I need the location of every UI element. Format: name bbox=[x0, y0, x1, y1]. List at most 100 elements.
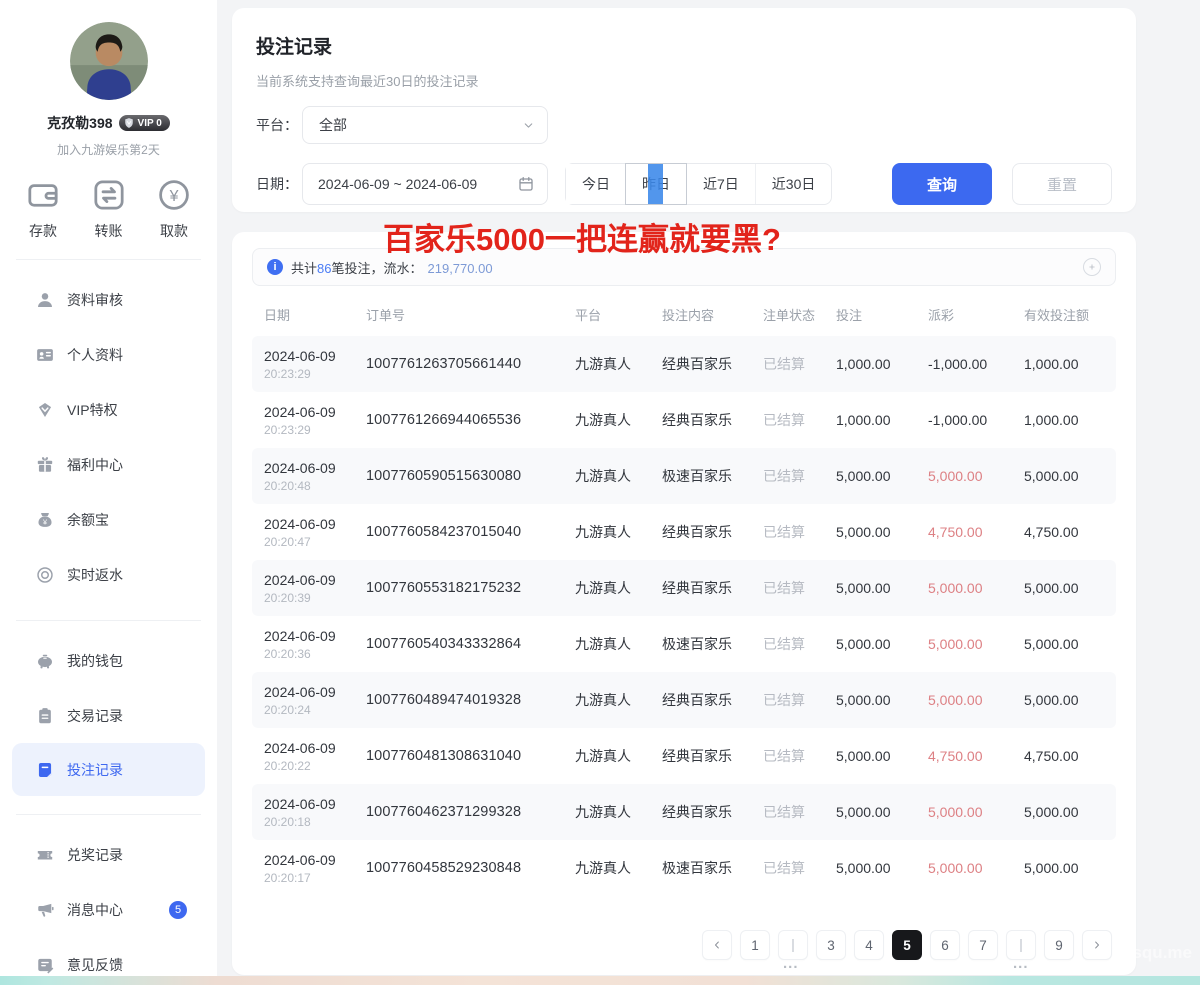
turnover-amount: 219,770.00 bbox=[428, 261, 493, 276]
watermark: squ.me bbox=[1132, 943, 1192, 963]
pouch-icon: ¥ bbox=[36, 511, 54, 529]
ticket-icon bbox=[36, 846, 54, 864]
pagination-overflow-dots: ... bbox=[783, 955, 799, 972]
table-header: 日期订单号平台投注内容注单状态投注派彩有效投注额 bbox=[252, 292, 1116, 336]
transfer-button[interactable]: 转账 bbox=[92, 178, 126, 241]
range-last7-button[interactable]: 近7日 bbox=[686, 164, 755, 204]
info-icon: i bbox=[267, 259, 283, 275]
platform-filter-row: 平台： 全部 bbox=[256, 106, 548, 144]
vip-shield-icon bbox=[123, 117, 135, 129]
table-row: 2024-06-09 20:20:47 1007760584237015040 … bbox=[252, 504, 1116, 560]
page-button-9[interactable]: 9 bbox=[1044, 930, 1074, 960]
table-row: 2024-06-09 20:20:24 1007760489474019328 … bbox=[252, 672, 1116, 728]
sidebar-item-redeem[interactable]: 兑奖记录 bbox=[0, 827, 217, 882]
platform-label: 平台： bbox=[256, 115, 302, 135]
column-header: 投注内容 bbox=[662, 305, 763, 324]
sidebar-group-1: 资料审核 个人资料 VIP特权 福利中心 ¥ 余额宝 实时返水 bbox=[0, 260, 217, 602]
table-row: 2024-06-09 20:20:36 1007760540343332864 … bbox=[252, 616, 1116, 672]
gift-icon bbox=[36, 456, 54, 474]
query-button[interactable]: 查询 bbox=[892, 163, 992, 205]
wallet-icon bbox=[26, 178, 60, 212]
user-name: 克孜勒398 bbox=[47, 113, 112, 133]
table-row: 2024-06-09 20:23:29 1007761263705661440 … bbox=[252, 336, 1116, 392]
pagination: 1 34567 9 bbox=[232, 930, 1112, 960]
next-page-button[interactable] bbox=[1082, 930, 1112, 960]
clipboard-icon bbox=[36, 707, 54, 725]
sidebar-item-transactions[interactable]: 交易记录 bbox=[0, 688, 217, 743]
date-range-input[interactable]: 2024-06-09 ~ 2024-06-09 bbox=[302, 163, 548, 205]
sidebar-group-2: 我的钱包 交易记录 投注记录 bbox=[0, 621, 217, 796]
records-card: i 共计86笔投注，流水：219,770.00 日期订单号平台投注内容注单状态投… bbox=[232, 232, 1136, 975]
prev-page-button[interactable] bbox=[702, 930, 732, 960]
calendar-icon bbox=[518, 176, 534, 192]
transfer-icon bbox=[92, 178, 126, 212]
page-button-7[interactable]: 7 bbox=[968, 930, 998, 960]
withdraw-button[interactable]: ¥ 取款 bbox=[157, 178, 191, 241]
quick-range-group: 今日 昨日 近7日 近30日 bbox=[565, 163, 832, 205]
platform-select[interactable]: 全部 bbox=[302, 106, 548, 144]
summary-text: 共计86笔投注，流水：219,770.00 bbox=[291, 258, 493, 277]
sidebar-group-3: 兑奖记录 消息中心 5 意见反馈 ? 帮助中心 bbox=[0, 815, 217, 985]
target-icon bbox=[36, 566, 54, 584]
bottom-edge-strip bbox=[0, 976, 1200, 985]
page-title: 投注记录 bbox=[256, 32, 1136, 59]
table-row: 2024-06-09 20:20:22 1007760481308631040 … bbox=[252, 728, 1116, 784]
sidebar-item-vip[interactable]: VIP特权 bbox=[0, 382, 217, 437]
profile-panel: 克孜勒398 VIP 0 加入九游娱乐第2天 存款 转账 ¥ bbox=[0, 0, 217, 241]
sidebar-item-rebate[interactable]: 实时返水 bbox=[0, 547, 217, 602]
range-today-button[interactable]: 今日 bbox=[566, 164, 626, 204]
svg-text:¥: ¥ bbox=[169, 188, 179, 205]
table-row: 2024-06-09 20:20:39 1007760553182175232 … bbox=[252, 560, 1116, 616]
filter-card: 投注记录 当前系统支持查询最近30日的投注记录 平台： 全部 日期： 2024-… bbox=[232, 8, 1136, 212]
column-header: 平台 bbox=[575, 305, 662, 324]
range-last30-button[interactable]: 近30日 bbox=[755, 164, 832, 204]
sidebar-item-welfare[interactable]: 福利中心 bbox=[0, 437, 217, 492]
table-row: 2024-06-09 20:20:48 1007760590515630080 … bbox=[252, 448, 1116, 504]
chevron-down-icon bbox=[522, 119, 535, 132]
page-button-4[interactable]: 4 bbox=[854, 930, 884, 960]
piggy-icon bbox=[36, 652, 54, 670]
feedback-icon bbox=[36, 956, 54, 974]
avatar bbox=[70, 22, 148, 100]
date-label: 日期： bbox=[256, 174, 302, 194]
reset-button[interactable]: 重置 bbox=[1012, 163, 1112, 205]
page-button-3[interactable]: 3 bbox=[816, 930, 846, 960]
vip-badge: VIP 0 bbox=[119, 115, 170, 131]
sidebar-menu: 资料审核 个人资料 VIP特权 福利中心 ¥ 余额宝 实时返水 我的钱包 交易记… bbox=[0, 260, 217, 985]
sidebar-item-audit[interactable]: 资料审核 bbox=[0, 272, 217, 327]
sidebar-item-bet-records[interactable]: 投注记录 bbox=[12, 743, 205, 796]
bet-count: 86 bbox=[317, 261, 331, 276]
join-days-text: 加入九游娱乐第2天 bbox=[0, 141, 217, 158]
column-header: 注单状态 bbox=[763, 305, 836, 324]
column-header: 派彩 bbox=[928, 305, 1024, 324]
document-icon bbox=[36, 761, 54, 779]
chevron-right-icon bbox=[1091, 939, 1103, 951]
expand-icon[interactable] bbox=[1083, 258, 1101, 276]
megaphone-icon bbox=[36, 901, 54, 919]
sidebar: 克孜勒398 VIP 0 加入九游娱乐第2天 存款 转账 ¥ bbox=[0, 0, 217, 977]
deposit-button[interactable]: 存款 bbox=[26, 178, 60, 241]
date-filter-row: 日期： 2024-06-09 ~ 2024-06-09 今日 昨日 bbox=[256, 163, 1112, 205]
column-header: 订单号 bbox=[366, 305, 575, 324]
sidebar-item-yuebao[interactable]: ¥ 余额宝 bbox=[0, 492, 217, 547]
unread-badge: 5 bbox=[169, 901, 187, 919]
quick-actions: 存款 转账 ¥ 取款 bbox=[26, 178, 191, 241]
page-root: 克孜勒398 VIP 0 加入九游娱乐第2天 存款 转账 ¥ bbox=[0, 0, 1200, 985]
filter-actions: 查询 重置 bbox=[892, 163, 1112, 205]
page-button-1[interactable]: 1 bbox=[740, 930, 770, 960]
chevron-left-icon bbox=[711, 939, 723, 951]
sidebar-item-profile[interactable]: 个人资料 bbox=[0, 327, 217, 382]
gem-icon bbox=[36, 401, 54, 419]
range-yesterday-button[interactable]: 昨日 bbox=[625, 163, 687, 205]
column-header: 有效投注额 bbox=[1024, 305, 1116, 324]
page-subtitle: 当前系统支持查询最近30日的投注记录 bbox=[256, 71, 1136, 90]
sidebar-item-messages[interactable]: 消息中心 5 bbox=[0, 882, 217, 937]
table-row: 2024-06-09 20:20:17 1007760458529230848 … bbox=[252, 840, 1116, 896]
page-button-6[interactable]: 6 bbox=[930, 930, 960, 960]
table-row: 2024-06-09 20:20:18 1007760462371299328 … bbox=[252, 784, 1116, 840]
sidebar-item-wallet[interactable]: 我的钱包 bbox=[0, 633, 217, 688]
page-button-5[interactable]: 5 bbox=[892, 930, 922, 960]
red-annotation-text: 百家乐5000一把连赢就要黑? bbox=[383, 214, 781, 259]
column-header: 日期 bbox=[264, 305, 366, 324]
pagination-overflow-dots: ... bbox=[1013, 955, 1029, 972]
